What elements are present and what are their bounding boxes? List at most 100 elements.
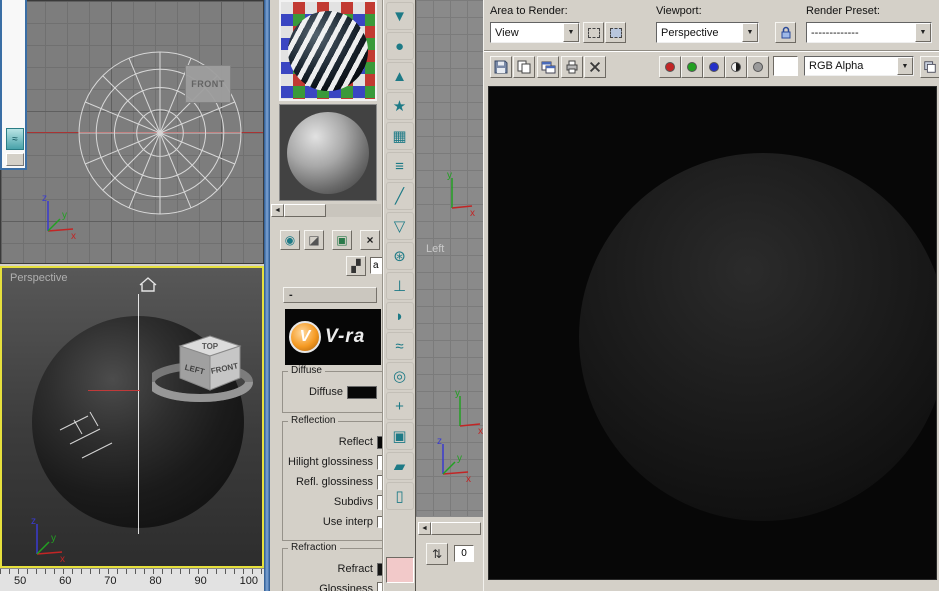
brush-icon[interactable]: ▰ (385, 452, 414, 480)
material-sample-slot[interactable] (279, 104, 377, 201)
sample-slots-scrollbar[interactable]: ◄ (271, 204, 381, 217)
render-preset-select[interactable]: ------------- ▼ (806, 22, 932, 43)
cone-icon[interactable]: ▲ (385, 62, 414, 90)
gear-icon[interactable]: ⊛ (385, 242, 414, 270)
viewport-perspective[interactable]: Perspective TOP LEFT FRONT z x y (0, 266, 264, 568)
panel-edge: ◄ ⇅ 0 (416, 516, 483, 591)
home-icon[interactable] (138, 276, 158, 293)
refl-glossiness-label: Refl. glossiness (295, 476, 373, 488)
leaf-icon[interactable]: ◗ (385, 302, 414, 330)
chevron-down-icon[interactable]: ▼ (897, 57, 913, 75)
frame-spinner[interactable]: 0 (454, 545, 474, 562)
layers-button[interactable] (920, 56, 939, 78)
material-name-input[interactable] (370, 257, 382, 274)
box-icon[interactable]: ▣ (385, 422, 414, 450)
copy-image-button[interactable] (513, 56, 535, 78)
scrollbar-thumb[interactable] (431, 522, 481, 535)
viewport-front[interactable]: FRONT z x y (0, 0, 264, 264)
chevron-down-icon[interactable]: ▼ (563, 23, 579, 42)
save-image-button[interactable] (490, 56, 512, 78)
show-map-button[interactable]: ▣ (332, 230, 352, 250)
pan-arrows-icon: ⇅ (431, 547, 443, 561)
axis-tripod-icon: y x (447, 170, 475, 216)
pan-zoom-button[interactable]: ⇅ (426, 543, 448, 565)
diffuse-color-swatch[interactable] (347, 385, 377, 399)
assign-material-button[interactable]: ◪ (304, 230, 324, 250)
chevron-down-icon[interactable]: ▼ (915, 23, 931, 42)
subdivs-label: Subdivs (333, 496, 373, 508)
ruler-icon[interactable]: ▯ (385, 482, 414, 510)
arrow-left-icon: ◄ (274, 207, 281, 214)
material-sample-slot-active[interactable] (279, 0, 377, 101)
assign-material-icon: ◪ (308, 233, 320, 247)
shirt-icon[interactable]: ▼ (385, 2, 414, 30)
scroll-left-button[interactable]: ◄ (418, 522, 431, 535)
svg-text:x: x (60, 554, 65, 562)
reflection-group: Reflection Reflect Hilight glossiness Re… (282, 415, 382, 541)
axis-tripod-icon: z x y (42, 193, 76, 239)
timeline-tick-label: 60 (59, 575, 72, 587)
viewport-select[interactable]: Perspective ▼ (656, 22, 759, 43)
area-to-render-select[interactable]: View ▼ (490, 22, 580, 43)
waves-icon[interactable]: ≈ (385, 332, 414, 360)
lock-viewport-button[interactable] (775, 22, 796, 43)
pick-material-button[interactable]: ▞ (346, 256, 366, 276)
rollout-header[interactable]: - (283, 287, 377, 303)
arrow-left-icon: ◄ (421, 525, 428, 532)
alpha-channel-button[interactable] (747, 56, 769, 78)
red-channel-button[interactable] (659, 56, 681, 78)
monochrome-button[interactable] (725, 56, 747, 78)
blue-channel-button[interactable] (703, 56, 725, 78)
rendered-sphere (579, 153, 936, 521)
background-color-swatch[interactable] (773, 56, 798, 76)
auto-region-button[interactable] (605, 22, 626, 43)
svg-text:z: z (437, 436, 442, 447)
viewport-label[interactable]: Left (426, 243, 444, 255)
area-to-render-label: Area to Render: (490, 5, 568, 17)
edit-region-button[interactable] (583, 22, 604, 43)
collapse-button[interactable]: ≈ (6, 128, 24, 150)
funnel-icon[interactable]: ▽ (385, 212, 414, 240)
scrollbar-thumb[interactable] (284, 204, 326, 217)
render-canvas[interactable] (488, 86, 937, 580)
rotation-cube-gizmo[interactable]: TOP LEFT FRONT (152, 316, 264, 412)
chevron-down-icon[interactable]: ▼ (742, 23, 758, 42)
clone-window-button[interactable] (537, 56, 559, 78)
green-channel-button[interactable] (681, 56, 703, 78)
pencil-icon[interactable]: ╱ (385, 182, 414, 210)
checker-icon[interactable]: ▦ (385, 122, 414, 150)
viewport-label[interactable]: Perspective (10, 272, 67, 284)
svg-text:z: z (31, 516, 36, 527)
coil-icon[interactable]: ≡ (385, 152, 414, 180)
swirl-icon[interactable]: ◎ (385, 362, 414, 390)
track-bar[interactable]: 50 60 70 80 90 100 (0, 568, 266, 591)
panel-button[interactable] (6, 153, 24, 166)
reset-material-button[interactable]: × (360, 230, 380, 250)
sphere-icon[interactable]: ● (385, 32, 414, 60)
figure-icon[interactable]: + (385, 392, 414, 420)
clamp-icon[interactable]: ⊥ (385, 272, 414, 300)
get-material-button[interactable]: ◉ (280, 230, 300, 250)
glossiness-label: Glossiness (319, 583, 373, 591)
print-image-button[interactable] (561, 56, 583, 78)
svg-text:x: x (470, 208, 475, 216)
use-interp-label: Use interp (322, 516, 373, 528)
horizontal-scrollbar[interactable]: ◄ (418, 522, 481, 535)
axis-tripod-icon: z x y (31, 516, 65, 562)
striped-material-sphere (288, 10, 368, 91)
waves-icon: ≈ (12, 133, 18, 145)
render-preset-label: Render Preset: (806, 5, 880, 17)
app-screen: FRONT z x y Perspective TOP LEFT FRONT z… (0, 0, 939, 591)
scroll-left-button[interactable]: ◄ (271, 204, 284, 217)
viewport-dropdown-label: Viewport: (656, 5, 702, 17)
material-editor-toolbar-strip: ▼ ● ▲ ★ ▦ ≡ ╱ ▽ ⊛ ⊥ ◗ ≈ ◎ + ▣ ▰ ▯ (383, 0, 415, 591)
viewcube-front-face[interactable]: FRONT (185, 65, 231, 103)
channel-display-select[interactable]: RGB Alpha ▼ (804, 56, 914, 76)
timeline-tick-label: 80 (149, 575, 162, 587)
vray-logo-icon: V (289, 321, 321, 353)
star-icon[interactable]: ★ (385, 92, 414, 120)
left-viewport-sliver[interactable]: y x Left y x z x y ◄ ⇅ 0 (415, 0, 483, 591)
clear-button[interactable] (584, 56, 606, 78)
diffuse-label: Diffuse (308, 386, 343, 398)
axis-tripod-icon: z x y (437, 436, 471, 482)
